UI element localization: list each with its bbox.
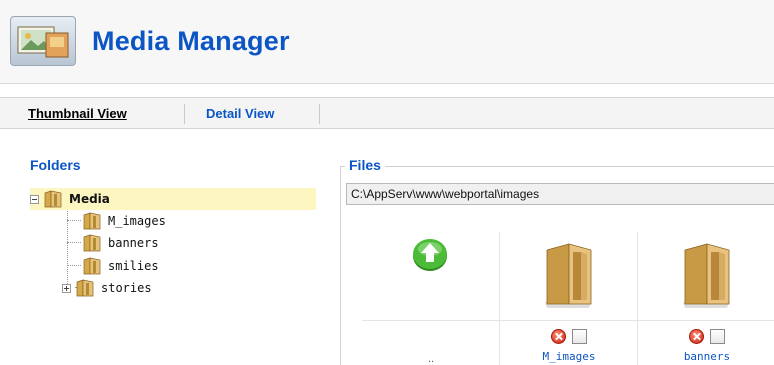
path-field[interactable]: C:\AppServ\www\webportal\images (346, 183, 774, 205)
select-checkbox[interactable] (572, 329, 587, 344)
folder-icon (76, 279, 94, 297)
up-bottom: .. (362, 320, 500, 365)
files-heading: Files (345, 157, 385, 173)
file-grid: .. M_images banners (362, 232, 774, 365)
folders-heading: Folders (30, 157, 81, 173)
file-item-banners[interactable]: banners (638, 232, 774, 365)
delete-icon[interactable] (689, 329, 704, 344)
delete-icon[interactable] (551, 329, 566, 344)
tree-line (67, 220, 81, 221)
file-bottom: banners (638, 320, 774, 365)
tree-item-label: M_images (108, 214, 166, 228)
tree-item-label: banners (108, 236, 159, 250)
folder-icon (683, 243, 730, 308)
tree-item-smilies[interactable]: smilies (82, 255, 159, 277)
folder-icon (83, 234, 101, 252)
tree-item-label: stories (101, 281, 152, 295)
tree-line (67, 242, 81, 243)
up-label[interactable]: .. (362, 354, 500, 365)
file-thumb[interactable] (638, 232, 774, 320)
file-thumb[interactable] (500, 232, 638, 320)
tree-item-m-images[interactable]: M_images (82, 210, 166, 232)
file-name[interactable]: banners (638, 350, 774, 363)
file-actions (638, 329, 774, 344)
folder-icon (83, 212, 101, 230)
tab-detail-view[interactable]: Detail View (206, 106, 274, 121)
file-item-m-images[interactable]: M_images (500, 232, 638, 365)
folder-icon (545, 243, 592, 308)
up-thumb (362, 232, 500, 320)
collapse-icon[interactable] (30, 194, 39, 204)
folder-icon (83, 257, 101, 275)
page-header: Media Manager (0, 0, 774, 84)
file-bottom: M_images (500, 320, 638, 365)
file-actions (500, 329, 638, 344)
media-manager-icon (10, 16, 76, 66)
tree-item-banners[interactable]: banners (82, 232, 159, 254)
page-title: Media Manager (92, 26, 290, 56)
select-checkbox[interactable] (710, 329, 725, 344)
tree-item-label: Media (69, 192, 110, 206)
tree-item-label: smilies (108, 259, 159, 273)
up-folder-cell[interactable]: .. (362, 232, 500, 365)
tree-line (67, 265, 81, 266)
tab-separator (184, 104, 185, 124)
view-tab-bar: Thumbnail View Detail View (0, 97, 774, 129)
tree-item-stories[interactable]: stories (62, 277, 152, 299)
up-arrow-icon[interactable] (410, 234, 450, 274)
tab-separator (319, 104, 320, 124)
tab-thumbnail-view[interactable]: Thumbnail View (28, 106, 127, 121)
tree-item-media[interactable]: Media (30, 188, 316, 210)
file-name[interactable]: M_images (500, 350, 638, 363)
expand-icon[interactable] (62, 283, 71, 293)
folder-icon (44, 190, 62, 208)
